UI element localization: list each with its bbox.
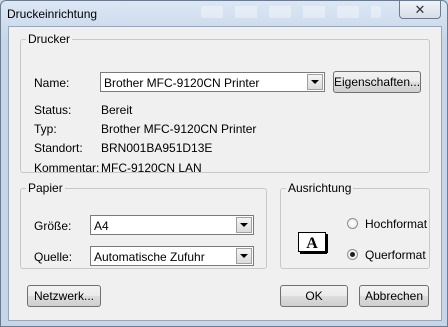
landscape-page-icon: A — [298, 232, 328, 254]
paper-size-label: Größe: — [34, 219, 72, 233]
printer-group-legend: Drucker — [28, 32, 71, 46]
ok-button[interactable]: OK — [280, 285, 348, 307]
printer-group: Drucker Name: Brother MFC-9120CN Printer… — [20, 32, 430, 175]
paper-size-select[interactable]: A4 — [90, 215, 254, 235]
printer-name-value: Brother MFC-9120CN Printer — [104, 76, 260, 90]
network-button-label: Netzwerk... — [33, 289, 94, 303]
title-bar[interactable]: Druckeinrichtung ✕ — [1, 1, 447, 25]
close-button[interactable]: ✕ — [399, 1, 441, 19]
close-icon: ✕ — [414, 1, 426, 17]
printer-name-select[interactable]: Brother MFC-9120CN Printer — [100, 72, 325, 92]
properties-button-label: Eigenschaften... — [333, 75, 421, 89]
comment-value: MFC-9120CN LAN — [101, 161, 202, 175]
location-value: BRN001BA951D13E — [101, 141, 213, 155]
network-button[interactable]: Netzwerk... — [27, 285, 101, 307]
comment-label: Kommentar: — [34, 161, 100, 175]
print-setup-dialog: Druckeinrichtung ✕ Drucker Name: Brother… — [0, 0, 448, 327]
paper-group-legend: Papier — [28, 181, 63, 195]
paper-source-label: Quelle: — [34, 250, 73, 264]
chevron-down-icon[interactable] — [236, 248, 252, 264]
properties-button[interactable]: Eigenschaften... — [333, 71, 421, 93]
portrait-label[interactable]: Hochformat — [365, 217, 427, 231]
landscape-radio[interactable] — [347, 249, 358, 260]
orientation-group: Ausrichtung A Hochformat Querformat — [280, 182, 430, 269]
title-bar-blurred-background — [201, 6, 381, 18]
orientation-group-legend: Ausrichtung — [288, 181, 352, 195]
landscape-label[interactable]: Querformat — [365, 248, 426, 262]
ok-button-label: OK — [305, 289, 323, 303]
status-value: Bereit — [101, 103, 133, 117]
paper-source-select[interactable]: Automatische Zufuhr — [90, 246, 254, 266]
chevron-down-icon[interactable] — [236, 217, 252, 233]
landscape-page-icon-letter: A — [306, 235, 318, 252]
paper-group: Papier Größe: A4 Quelle: Automatische Zu… — [20, 182, 267, 269]
paper-source-value: Automatische Zufuhr — [94, 250, 205, 264]
type-value: Brother MFC-9120CN Printer — [101, 122, 257, 136]
window-title: Druckeinrichtung — [7, 7, 98, 21]
cancel-button[interactable]: Abbrechen — [359, 285, 429, 307]
paper-size-value: A4 — [94, 219, 109, 233]
printer-name-label: Name: — [34, 76, 70, 90]
dialog-client-area: Drucker Name: Brother MFC-9120CN Printer… — [8, 26, 442, 321]
status-label: Status: — [34, 103, 72, 117]
type-label: Typ: — [34, 122, 57, 136]
cancel-button-label: Abbrechen — [364, 289, 424, 303]
location-label: Standort: — [34, 141, 83, 155]
chevron-down-icon[interactable] — [307, 74, 323, 90]
portrait-radio[interactable] — [347, 218, 358, 229]
